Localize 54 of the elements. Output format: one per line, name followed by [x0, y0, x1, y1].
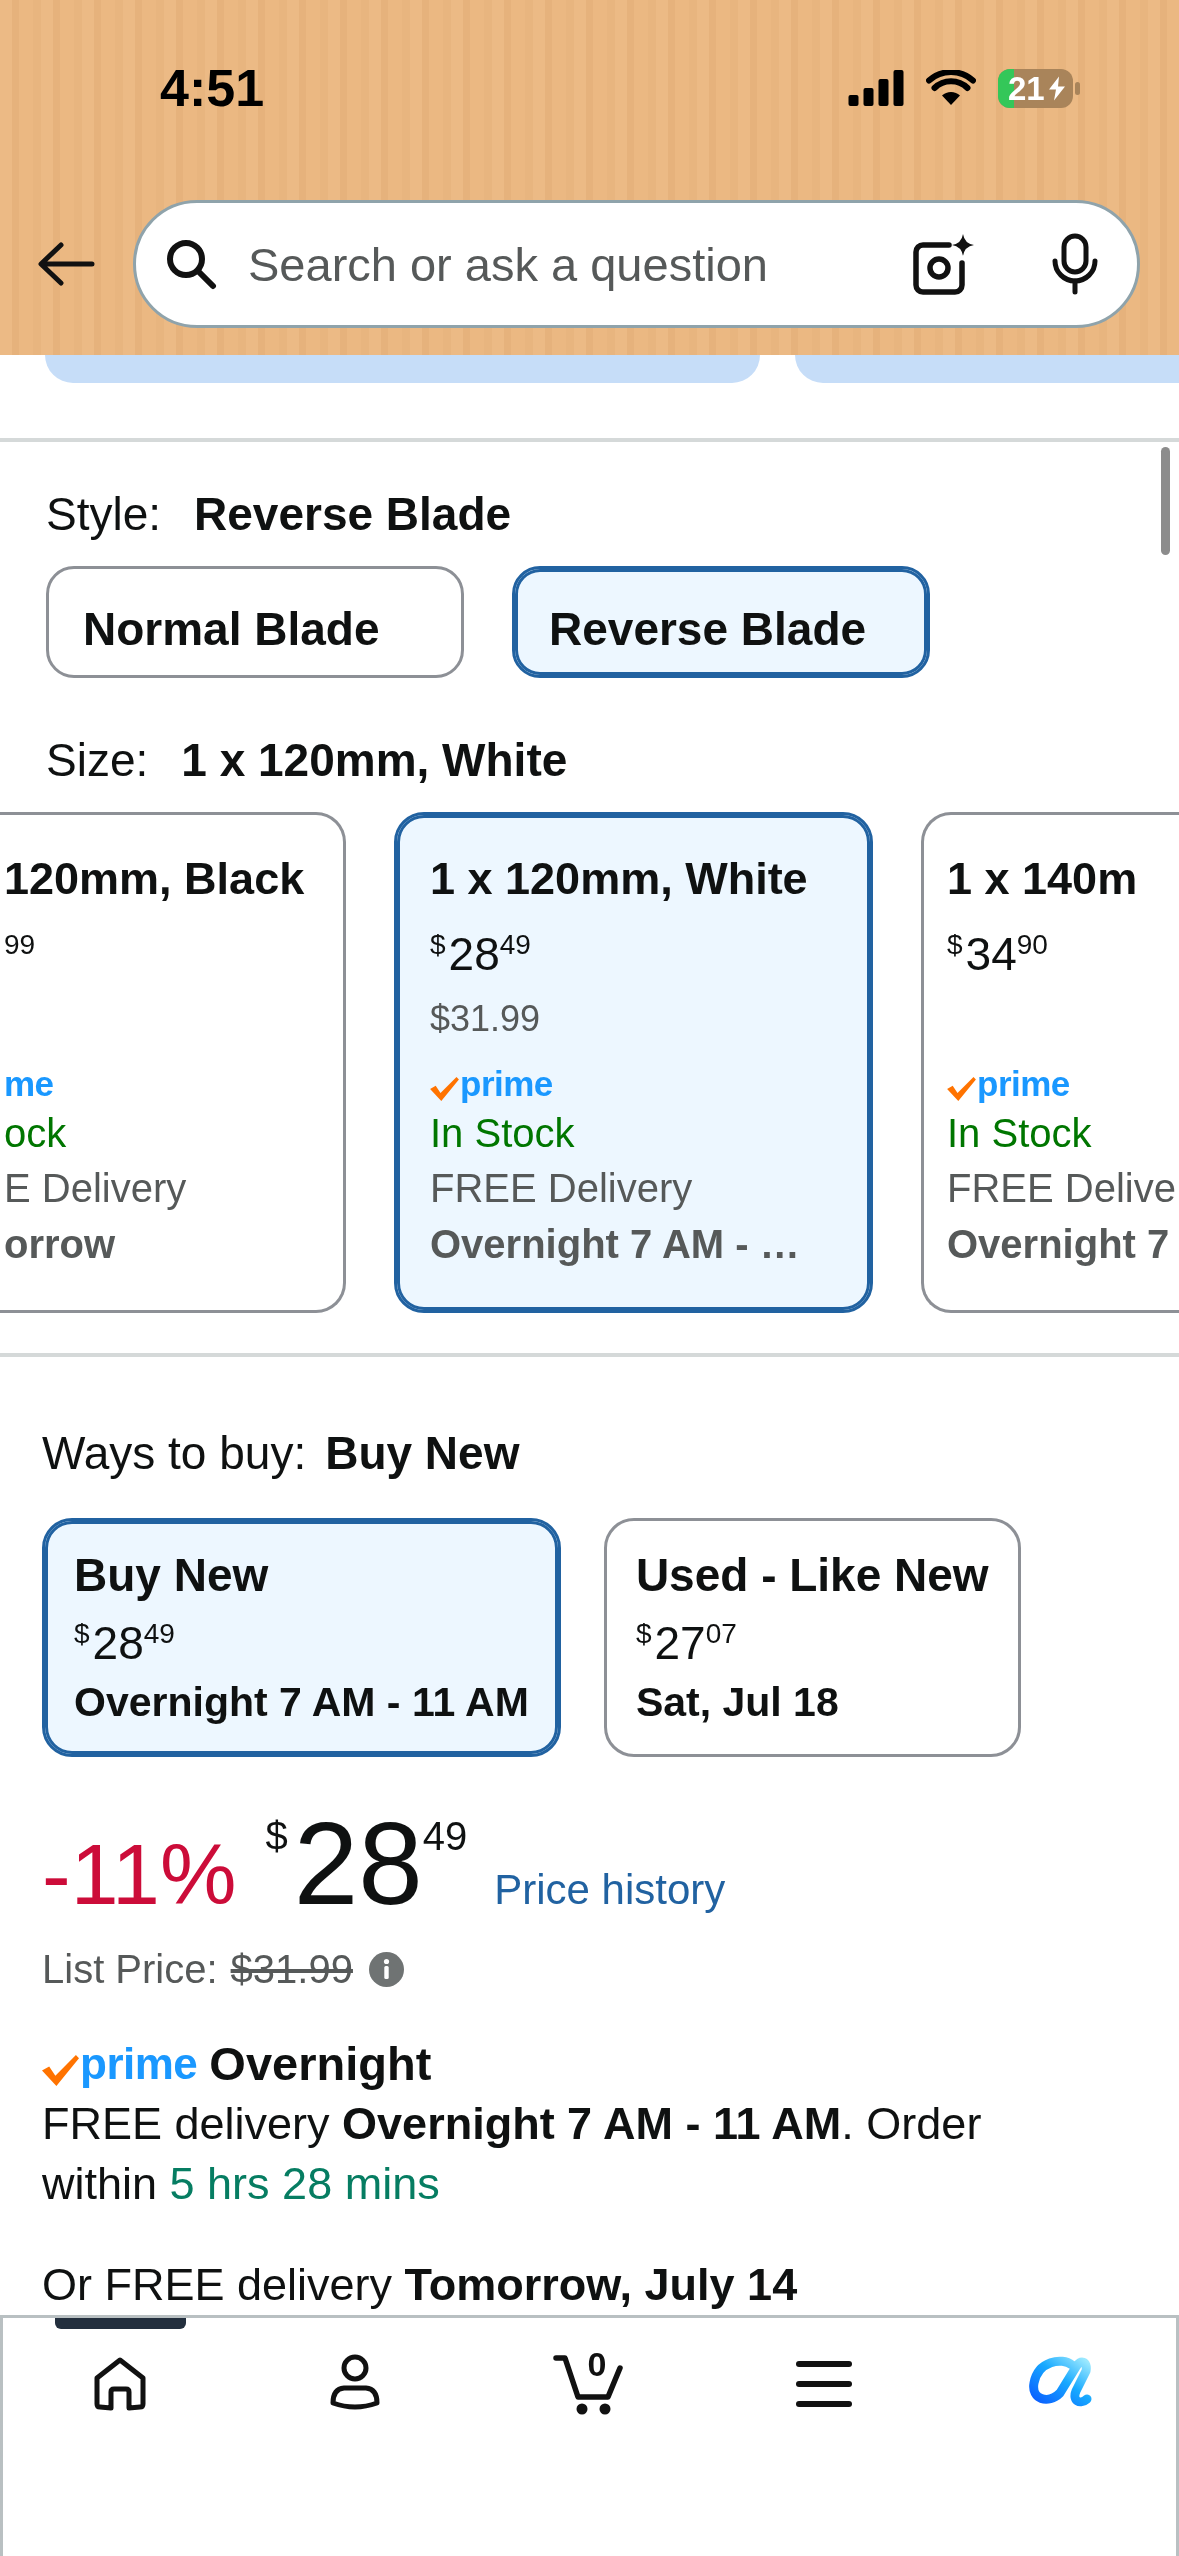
delivery-date: Overnight 7 AM - … [430, 1222, 800, 1266]
prime-label: prime [460, 1065, 553, 1101]
microphone-icon[interactable] [1050, 233, 1100, 295]
option-title: 1 x 140m [947, 853, 1138, 904]
cart-icon [553, 2353, 626, 2417]
style-option-button[interactable]: Normal Blade [46, 566, 464, 678]
option-price: 99 [4, 931, 36, 962]
delivery-speed: Overnight [209, 2036, 432, 2092]
cart-count: 0 [587, 2347, 607, 2381]
delivery-date: orrow [4, 1222, 116, 1266]
alternative-delivery: Or FREE delivery Tomorrow, July 14 [42, 2258, 798, 2312]
delivery-message: FREE delivery Overnight 7 AM - 11 AM. Order within 5 hrs 28 mins [42, 2097, 983, 2211]
stock-status: In Stock [947, 1111, 1092, 1155]
prime-label: prime [977, 1065, 1070, 1101]
search-icon [165, 238, 217, 290]
list-price: $31.99 [430, 998, 541, 1039]
option-label: Ways to buy: [42, 1426, 307, 1481]
prime-label: me [4, 1065, 54, 1101]
option-value: 1 x 120mm, White [181, 733, 568, 788]
delivery-date: Overnight 7 AM - 11 AM [74, 1679, 529, 1725]
list-price-label: List Price: [42, 1946, 218, 1992]
option-label: Style: [46, 487, 162, 542]
search-field[interactable]: Search or ask a question [133, 200, 1140, 328]
cart-tab[interactable]: 0 [553, 2318, 626, 2417]
delivery-label: E Delivery [4, 1166, 187, 1210]
option-title: Buy New [74, 1549, 269, 1601]
option-title: 1 x 120mm, White [430, 853, 808, 904]
option-label: Size: [46, 733, 149, 788]
option-value: Buy New [325, 1426, 520, 1481]
prime-label: prime [80, 2042, 198, 2086]
delivery-label: FREE Delive [947, 1166, 1176, 1210]
signal-icon [848, 70, 904, 106]
option-value: Reverse Blade [194, 487, 512, 542]
delivery-date: Sat, Jul 18 [635, 1679, 839, 1725]
option-title: 120mm, Black [4, 853, 305, 904]
option-title: Used - Like New [635, 1549, 989, 1601]
search-input[interactable]: Search or ask a question [248, 229, 903, 299]
style-option-button[interactable]: Reverse Blade [512, 566, 930, 678]
list-price: $31.99 [230, 1946, 353, 1992]
info-icon[interactable] [368, 1951, 404, 1987]
status-time: 4:51 [160, 58, 265, 118]
home-tab[interactable] [54, 2318, 186, 2413]
discount-percent: -11% [42, 1831, 237, 1917]
size-option-card[interactable]: 120mm, Black 99 me ock E Delivery orrow [0, 812, 346, 1313]
stock-status: ock [4, 1111, 67, 1155]
menu-icon [796, 2361, 853, 2407]
delivery-label: FREE Delivery [430, 1166, 693, 1210]
stock-status: In Stock [430, 1111, 575, 1155]
camera-sparkle-icon[interactable] [913, 233, 975, 295]
back-button[interactable] [37, 241, 95, 287]
back-arrow-icon [37, 241, 95, 287]
price-history-link[interactable]: Price history [494, 1866, 726, 1914]
wifi-icon [926, 70, 976, 106]
delivery-date: Overnight 7 [947, 1222, 1170, 1266]
